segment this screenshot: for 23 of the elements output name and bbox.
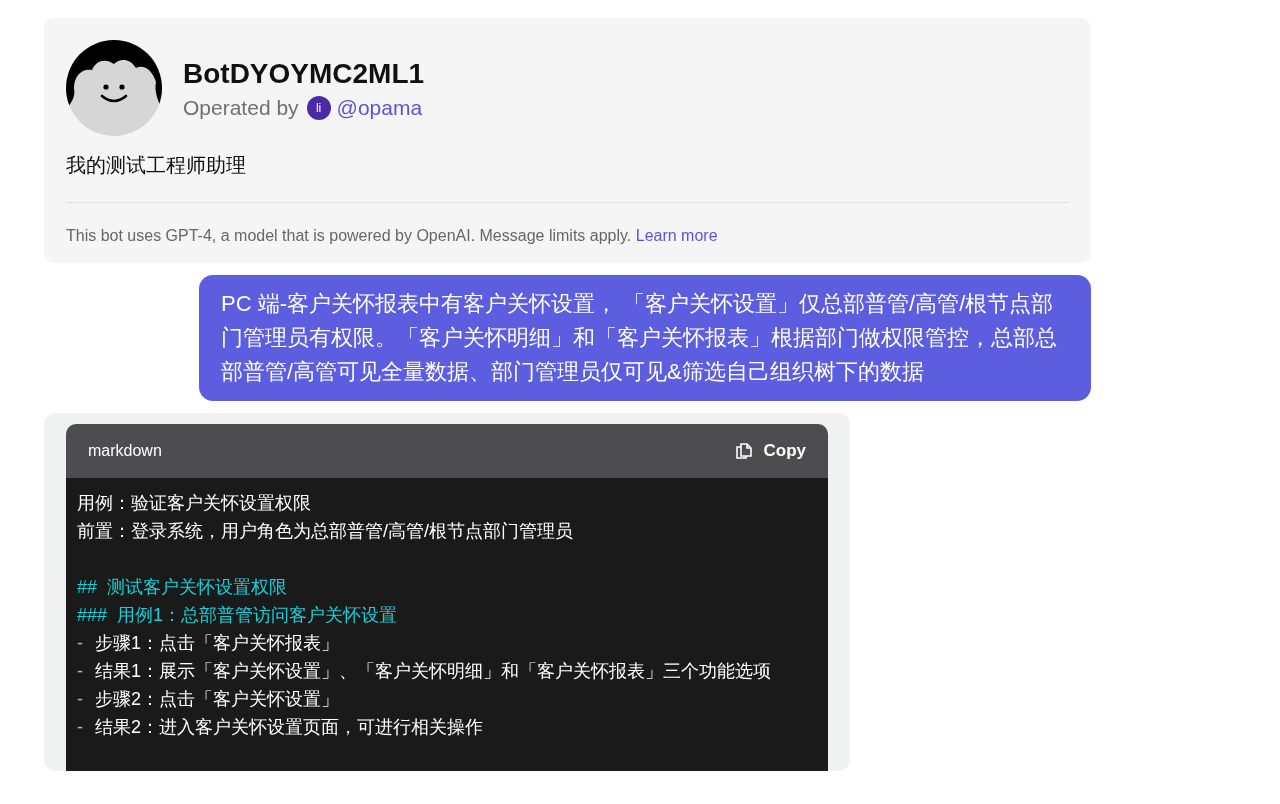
- code-line: 前置：登录系统，用户角色为总部普管/高管/根节点部门管理员: [77, 520, 573, 543]
- model-notice: This bot uses GPT-4, a model that is powered by OpenAI. Message limits apply. Learn more: [66, 227, 719, 245]
- list-marker: -: [77, 660, 83, 683]
- list-marker: -: [77, 716, 83, 739]
- code-line: 结果2：进入客户关怀设置页面，可进行相关操作: [95, 716, 483, 739]
- code-heading: ## 测试客户关怀设置权限: [77, 576, 288, 599]
- code-language: markdown: [88, 442, 162, 460]
- operator-avatar: li: [306, 96, 331, 120]
- list-marker: -: [77, 688, 83, 711]
- user-message: PC 端-客户关怀报表中有客户关怀设置， 「客户关怀设置」仅总部普管/高管/根节点部门管理员有权限。「客户关怀明细」和「客户关怀报表」根据部门做权限管控，总部总部普管/高管可见全量数据、部门管理员仅可见&筛选自己组织树下的数据: [199, 275, 1091, 401]
- code-line: 步骤2：点击「客户关怀设置」: [95, 688, 339, 711]
- learn-more-link[interactable]: Learn more: [635, 227, 718, 244]
- code-heading: ### 用例1：总部普管访问客户关怀设置: [77, 604, 398, 627]
- operated-by-label: Operated by: [183, 96, 299, 120]
- list-marker: -: [77, 632, 83, 655]
- copy-button[interactable]: Copy: [733, 441, 806, 461]
- code-line: 结果1：展示「客户关怀设置」、「客户关怀明细」和「客户关怀报表」三个功能选项: [95, 660, 771, 683]
- operator-link[interactable]: @opama: [336, 96, 423, 120]
- bot-name: BotDYOYMC2ML1: [183, 57, 425, 91]
- copy-icon: [733, 441, 754, 461]
- code-line: 步骤1：点击「客户关怀报表」: [95, 632, 339, 655]
- bot-description: 我的测试工程师助理: [66, 153, 247, 178]
- code-line: 用例：验证客户关怀设置权限: [77, 492, 311, 515]
